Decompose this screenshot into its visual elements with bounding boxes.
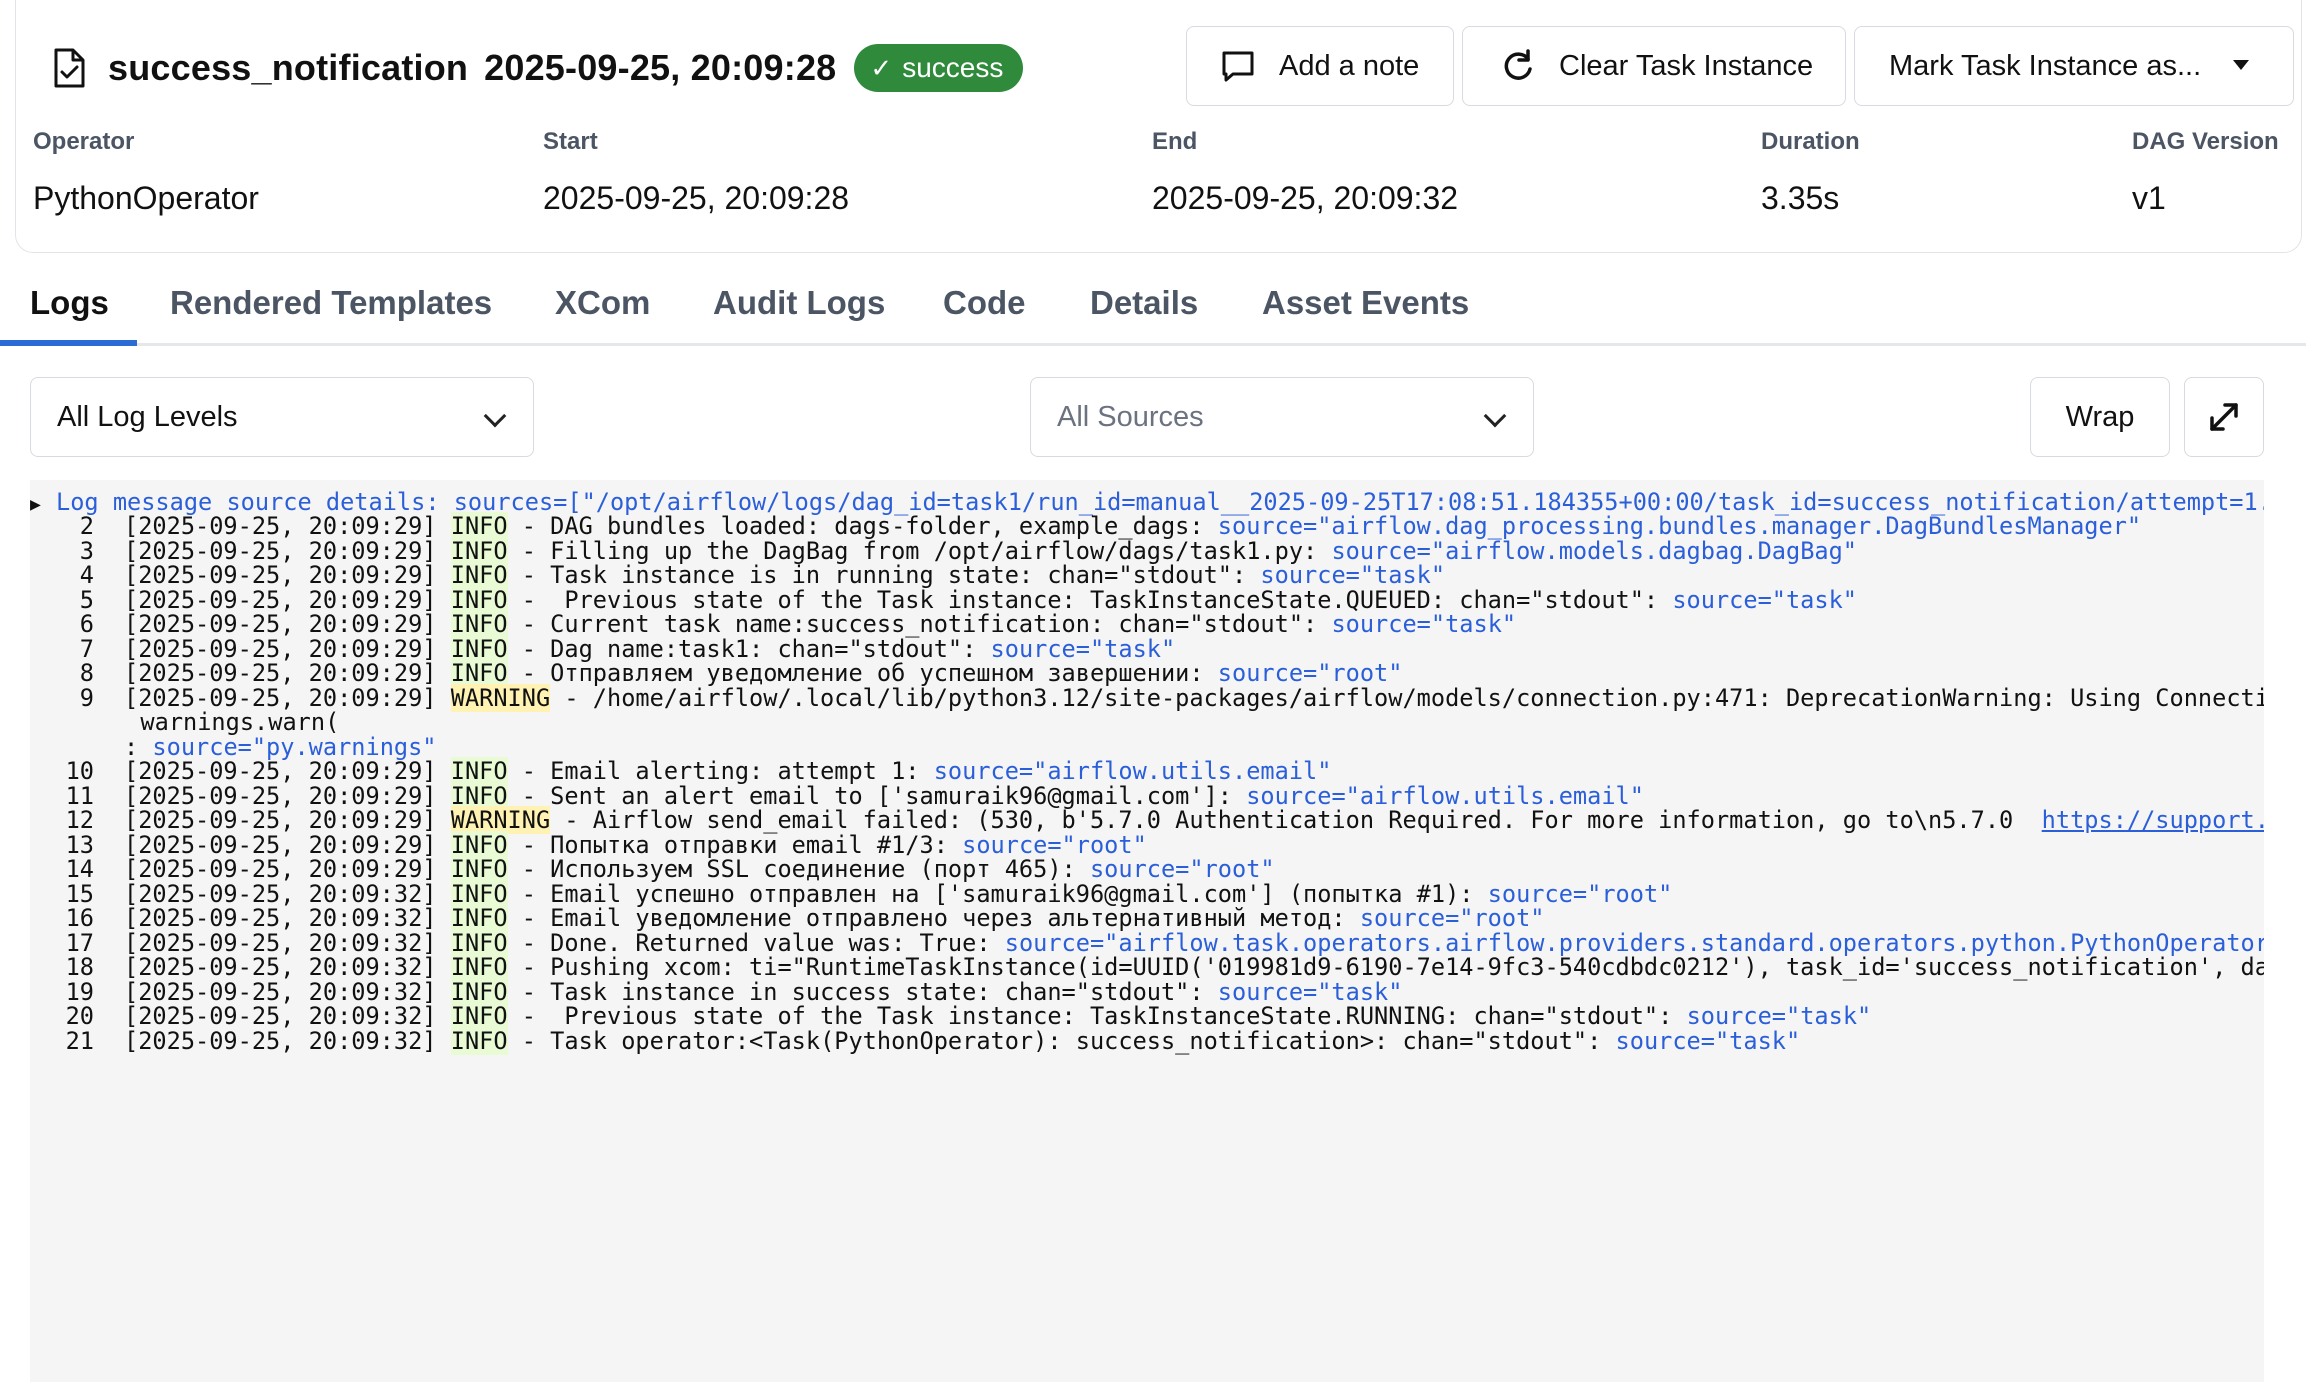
log-line: 21 [2025-09-25, 20:09:32] INFO - Task ope… [30, 1023, 1800, 1059]
log-level-select[interactable]: All Log Levels [30, 377, 534, 457]
log-message: - Task operator:<Task(PythonOperator): s… [507, 1027, 1616, 1055]
operator-label: Operator [33, 128, 135, 155]
mark-task-instance-label: Mark Task Instance as... [1889, 49, 2202, 82]
operator-value: PythonOperator [33, 180, 259, 216]
chevron-down-icon [483, 404, 507, 428]
meta-duration: Duration 3.35s [1761, 128, 1860, 217]
clear-task-instance-button[interactable]: Clear Task Instance [1462, 26, 1846, 106]
log-timestamp: [2025-09-25, 20:09:32] [124, 1027, 437, 1055]
refresh-icon [1504, 49, 1532, 80]
expand-icon [2210, 403, 2238, 431]
tab-details[interactable]: Details [1090, 284, 1198, 322]
title-row: success_notification 2025-09-25, 20:09:2… [52, 42, 1024, 94]
log-message: - /home/airflow/.local/lib/python3.12/si… [564, 684, 2264, 712]
log-source-select[interactable]: All Sources [1030, 377, 1534, 457]
log-level-value: All Log Levels [57, 400, 238, 433]
active-tab-indicator [0, 340, 137, 346]
task-title: success_notification [108, 47, 469, 88]
fullscreen-button[interactable] [2184, 377, 2264, 457]
note-icon [1222, 51, 1254, 82]
end-value: 2025-09-25, 20:09:32 [1152, 180, 1459, 216]
log-source-value: All Sources [1057, 400, 1204, 433]
task-instance-header: success_notification 2025-09-25, 20:09:2… [15, 0, 2302, 253]
chevron-down-icon [1483, 404, 1507, 428]
duration-label: Duration [1761, 128, 1860, 155]
status-badge-label: success [902, 52, 1004, 83]
dag-version-label: DAG Version [2132, 128, 2279, 155]
start-label: Start [543, 128, 598, 155]
tab-bar: Logs Rendered Templates XCom Audit Logs … [0, 280, 2306, 346]
wrap-button[interactable]: Wrap [2030, 377, 2170, 457]
end-label: End [1152, 128, 1198, 155]
meta-start: Start 2025-09-25, 20:09:28 [543, 128, 849, 217]
clear-task-instance-label: Clear Task Instance [1559, 49, 1814, 82]
tab-xcom[interactable]: XCom [555, 284, 650, 322]
start-value: 2025-09-25, 20:09:28 [543, 180, 850, 216]
tab-rendered-templates[interactable]: Rendered Templates [170, 284, 492, 322]
log-viewer[interactable]: ▶ Log message source details: sources=["/… [30, 480, 2264, 1382]
log-line-number: 9 [79, 684, 94, 712]
tab-asset-events[interactable]: Asset Events [1262, 284, 1469, 322]
log-line-number: 21 [65, 1027, 94, 1055]
log-link[interactable]: https://support.google.com/mail/?p=WantA… [2042, 806, 2264, 834]
tab-logs[interactable]: Logs [30, 284, 109, 322]
tab-audit-logs[interactable]: Audit Logs [713, 284, 885, 322]
log-source: source="task" [1615, 1027, 1801, 1055]
tab-code[interactable]: Code [943, 284, 1026, 322]
log-line: 9 [2025-09-25, 20:09:29] WARNING - /home/… [30, 680, 2264, 716]
check-icon: ✓ [870, 52, 893, 83]
duration-value: 3.35s [1761, 180, 1840, 216]
meta-operator: Operator PythonOperator [33, 128, 259, 217]
caret-down-icon [2233, 60, 2249, 70]
wrap-label: Wrap [2065, 400, 2135, 433]
meta-end: End 2025-09-25, 20:09:32 [1152, 128, 1458, 217]
add-note-button[interactable]: Add a note [1186, 26, 1454, 106]
log-level-badge: WARNING [450, 684, 551, 712]
add-note-label: Add a note [1279, 49, 1420, 82]
task-document-icon [54, 48, 85, 88]
log-source: source="task" [1672, 586, 1858, 614]
task-datetime: 2025-09-25, 20:09:28 [484, 47, 837, 88]
status-badge: ✓ success [854, 44, 1024, 92]
mark-task-instance-dropdown[interactable]: Mark Task Instance as... [1854, 26, 2294, 106]
meta-dag-version: DAG Version v1 [2132, 128, 2279, 217]
log-source: source="task" [1331, 610, 1517, 638]
dag-version-value: v1 [2132, 180, 2166, 216]
log-level-badge: INFO [450, 1027, 508, 1055]
